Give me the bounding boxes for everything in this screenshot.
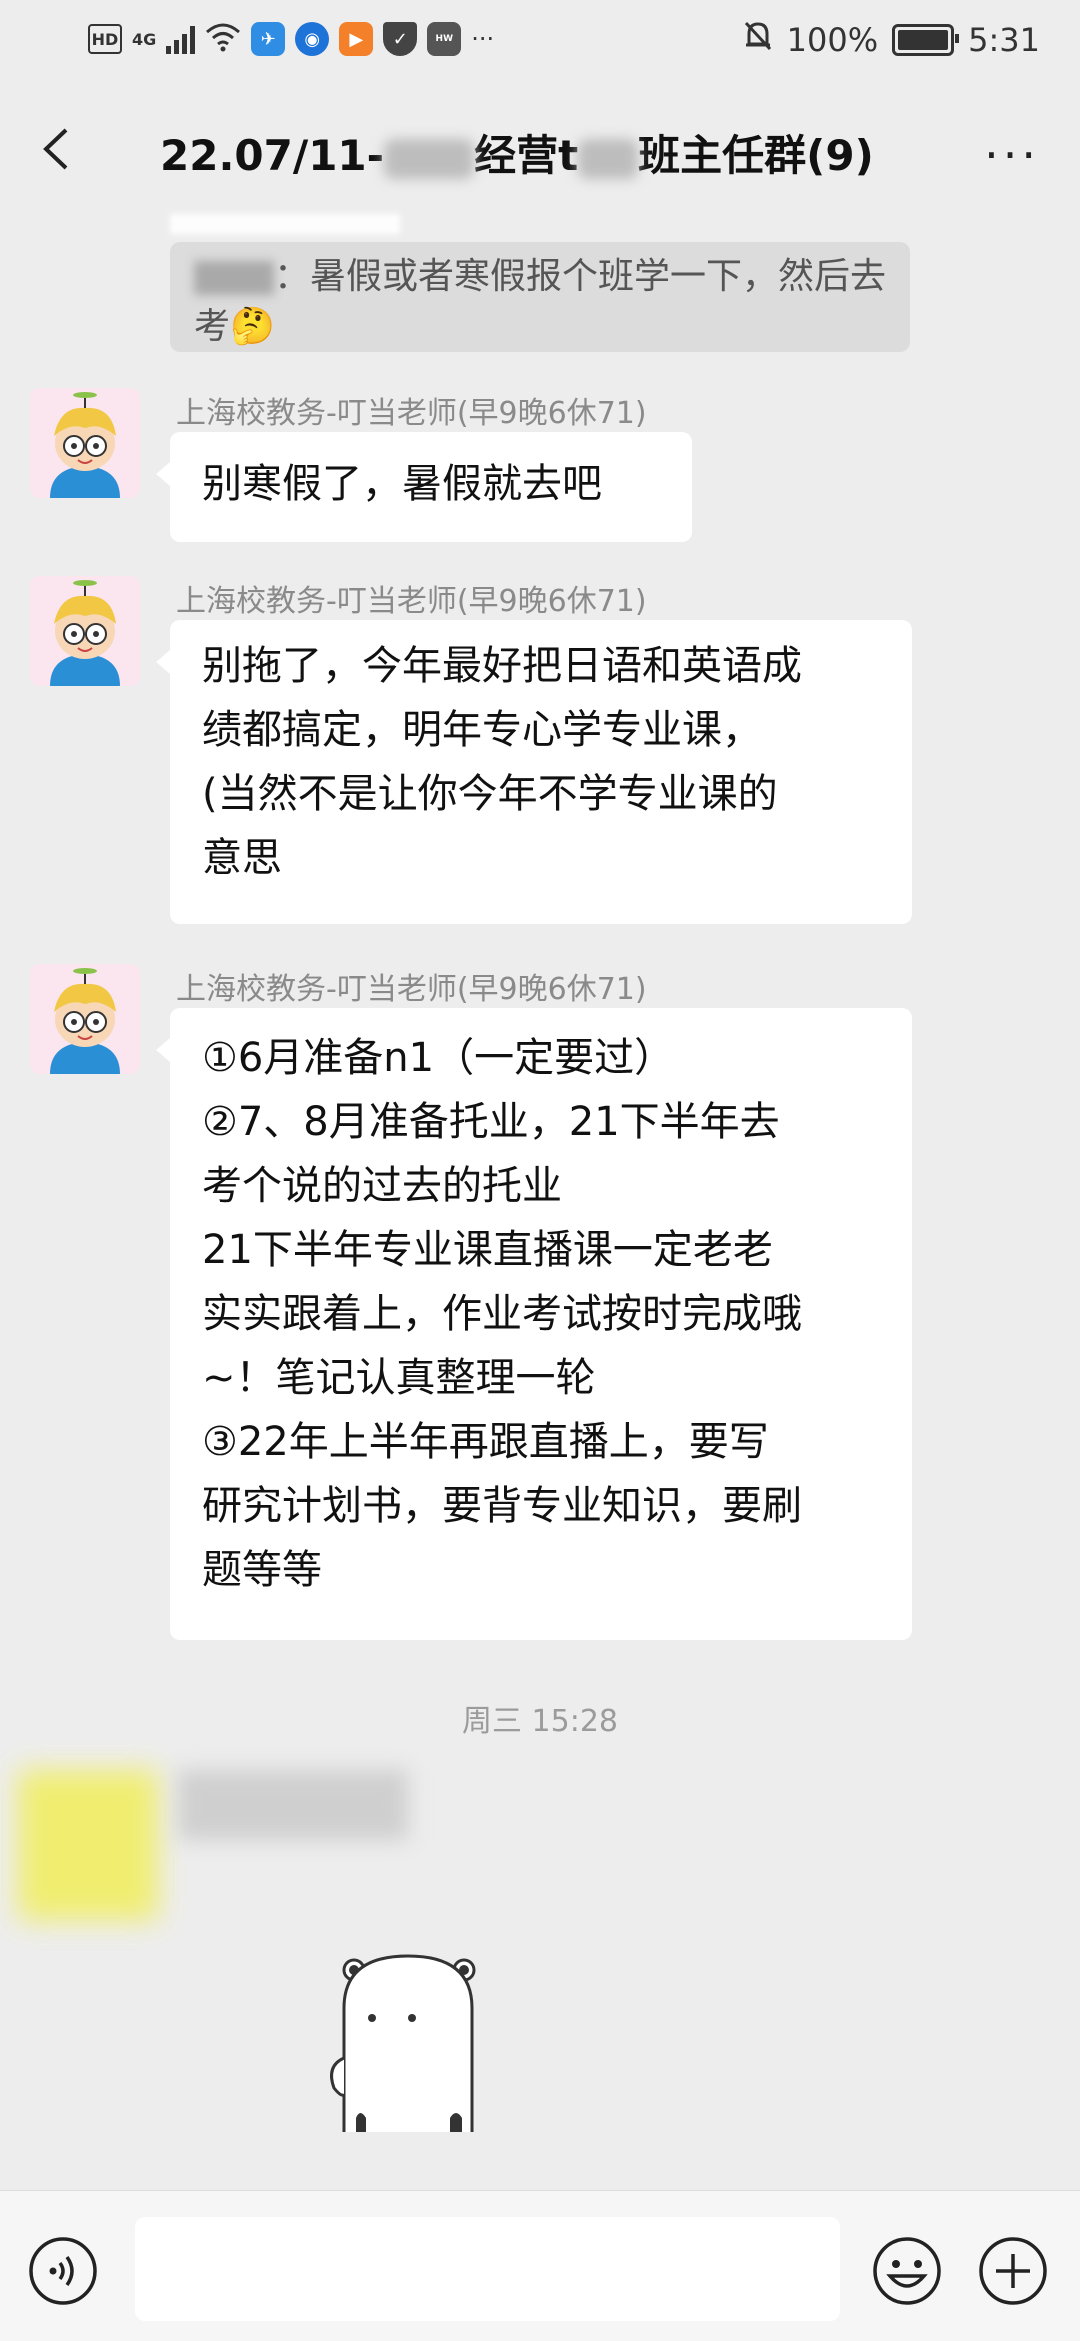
message-line: ①6月准备n1（一定要过） bbox=[202, 1035, 675, 1081]
status-bar: HD 4G ✈ ◉ ▶ ✓ HW ··· 100% 5:31 bbox=[0, 0, 1080, 80]
message-line: 21下半年专业课直播课一定老老 bbox=[202, 1227, 773, 1273]
chat-header: 22.07/11- 经营t 班主任群(9) ··· bbox=[0, 100, 1080, 200]
status-overflow: ··· bbox=[471, 25, 495, 53]
blurred-sender bbox=[178, 1770, 408, 1840]
cartoon-boy-avatar-icon bbox=[30, 388, 140, 498]
cartoon-boy-avatar-icon bbox=[30, 576, 140, 686]
avatar[interactable] bbox=[30, 964, 140, 1074]
voice-input-button[interactable] bbox=[28, 2236, 98, 2306]
message-line: 别拖了，今年最好把日语和英语成 bbox=[202, 643, 802, 689]
video-notification-icon: ▶ bbox=[339, 22, 374, 56]
message-line: ③22年上半年再跟直播上，要写 bbox=[202, 1419, 769, 1465]
chat-message: 上海校教务-叮当老师(早9晚6休71) ①6月准备n1（一定要过） ②7、8月准… bbox=[30, 964, 930, 1654]
network-type: 4G bbox=[132, 29, 157, 49]
message-line: 绩都搞定，明年专心学专业课， bbox=[202, 707, 762, 753]
shield-icon: ✓ bbox=[383, 22, 418, 56]
back-button[interactable] bbox=[34, 124, 84, 174]
message-line: ②7、8月准备托业，21下半年去 bbox=[202, 1099, 780, 1145]
message-line: 题等等 bbox=[202, 1547, 322, 1593]
title-prefix: 22.07/11- bbox=[160, 131, 385, 180]
emoji-button[interactable] bbox=[872, 2236, 942, 2306]
message-line: 研究计划书，要背专业知识，要刷 bbox=[202, 1483, 802, 1529]
battery-icon bbox=[892, 24, 960, 56]
message-line: ~！笔记认真整理一轮 bbox=[202, 1355, 596, 1401]
huawei-icon: HW bbox=[427, 22, 462, 56]
emoji-icon bbox=[873, 2237, 941, 2305]
plus-icon bbox=[979, 2237, 1047, 2305]
message-line: 考个说的过去的托业 bbox=[202, 1163, 562, 1209]
message-line: (当然不是让你今年不学专业课的 bbox=[202, 771, 778, 817]
chevron-left-icon bbox=[43, 128, 68, 170]
status-right: 100% 5:31 bbox=[743, 20, 1040, 60]
blurred-region bbox=[384, 138, 475, 179]
signal-icon bbox=[166, 24, 196, 54]
message-bubble[interactable]: ①6月准备n1（一定要过） ②7、8月准备托业，21下半年去 考个说的过去的托业… bbox=[156, 1008, 912, 1640]
chat-message: 上海校教务-叮当老师(早9晚6休71) 别寒假了，暑假就去吧 bbox=[30, 388, 930, 548]
message-timestamp: 周三 15:28 bbox=[462, 1704, 618, 1739]
mute-bell-icon bbox=[743, 20, 773, 60]
more-options-button[interactable]: ··· bbox=[984, 128, 1040, 182]
blurred-avatar bbox=[18, 1770, 158, 1920]
quote-text: ：暑假或者寒假报个班学一下，然后去考🤔 bbox=[194, 256, 887, 347]
title-suffix: 班主任群(9) bbox=[638, 131, 874, 180]
message-input-bar bbox=[0, 2190, 1080, 2341]
hd-badge: HD bbox=[88, 24, 122, 54]
message-line: 别寒假了，暑假就去吧 bbox=[202, 461, 602, 507]
chat-title: 22.07/11- 经营t 班主任群(9) bbox=[160, 122, 874, 183]
quoted-message[interactable]: ：暑假或者寒假报个班学一下，然后去考🤔 bbox=[170, 242, 910, 352]
battery-percent: 100% bbox=[786, 21, 879, 59]
message-input[interactable] bbox=[135, 2217, 840, 2321]
voice-icon bbox=[29, 2237, 97, 2305]
sticker-image[interactable] bbox=[320, 1948, 490, 2138]
message-bubble[interactable]: 别拖了，今年最好把日语和英语成 绩都搞定，明年专心学专业课， (当然不是让你今年… bbox=[156, 620, 912, 924]
title-mid: 经营t bbox=[474, 131, 579, 180]
wifi-icon bbox=[205, 22, 241, 56]
cartoon-boy-avatar-icon bbox=[30, 964, 140, 1074]
chat-message: 上海校教务-叮当老师(早9晚6休71) 别拖了，今年最好把日语和英语成 绩都搞定… bbox=[30, 576, 930, 936]
blurred-region bbox=[170, 214, 400, 234]
blurred-message bbox=[8, 1760, 408, 1920]
clock: 5:31 bbox=[968, 21, 1040, 59]
sender-name: 上海校教务-叮当老师(早9晚6休71) bbox=[176, 972, 647, 1007]
status-left: HD 4G ✈ ◉ ▶ ✓ HW ··· bbox=[88, 22, 494, 56]
blurred-sender bbox=[194, 261, 274, 295]
browser-notification-icon: ◉ bbox=[295, 22, 330, 56]
message-line: 意思 bbox=[202, 835, 282, 881]
bear-sticker-icon bbox=[330, 1954, 476, 2132]
message-line: 实实跟着上，作业考试按时完成哦 bbox=[202, 1291, 802, 1337]
app-notification-icon: ✈ bbox=[251, 22, 286, 56]
sender-name: 上海校教务-叮当老师(早9晚6休71) bbox=[176, 584, 647, 619]
sender-name: 上海校教务-叮当老师(早9晚6休71) bbox=[176, 396, 647, 431]
message-bubble[interactable]: 别寒假了，暑假就去吧 bbox=[156, 432, 692, 542]
avatar[interactable] bbox=[30, 388, 140, 498]
blurred-region bbox=[578, 138, 639, 179]
avatar[interactable] bbox=[30, 576, 140, 686]
more-actions-button[interactable] bbox=[978, 2236, 1048, 2306]
